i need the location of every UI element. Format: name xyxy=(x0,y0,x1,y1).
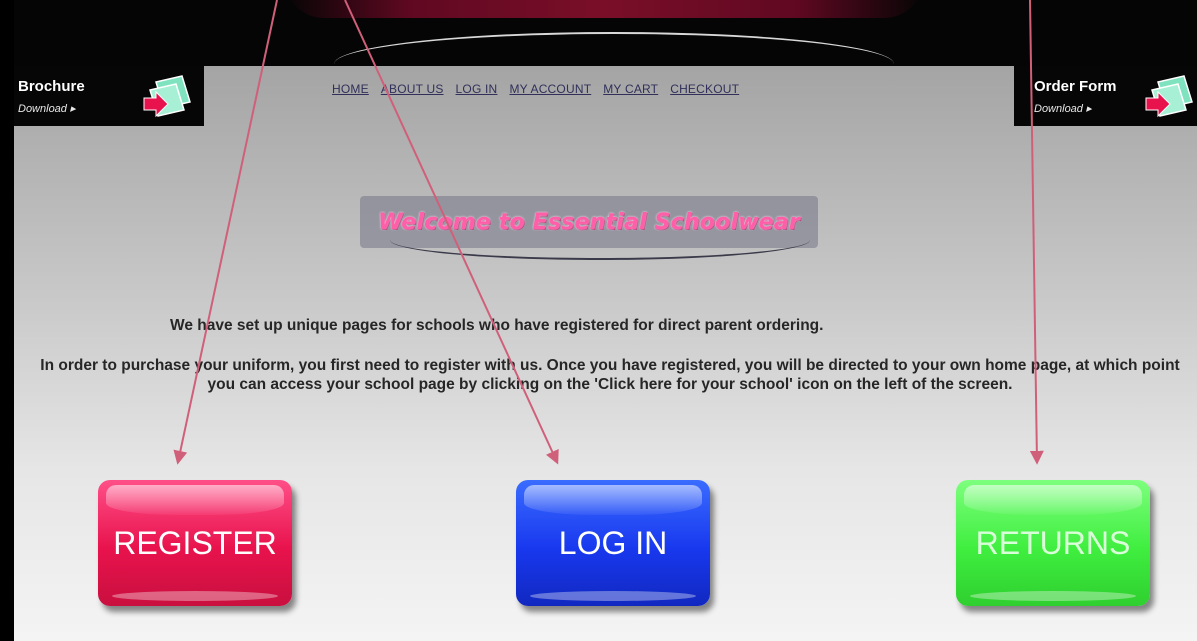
nav-log-in-link[interactable]: LOG IN xyxy=(456,82,498,96)
nav-checkout-link[interactable]: CHECKOUT xyxy=(670,82,739,96)
welcome-swoosh xyxy=(390,236,810,260)
order-form-download-link[interactable]: Download ▸ xyxy=(1034,102,1092,115)
log-in-button-label: LOG IN xyxy=(558,524,668,561)
logo-swoosh xyxy=(334,32,894,64)
nav-my-cart-link[interactable]: MY CART xyxy=(603,82,658,96)
welcome-banner: Welcome to Essential Schoolwear xyxy=(360,196,818,260)
brochure-download-link[interactable]: Download ▸ xyxy=(18,102,76,115)
brochure-download[interactable]: Brochure Download ▸ xyxy=(14,66,204,126)
header-band xyxy=(14,0,1197,66)
returns-button-label: RETURNS xyxy=(975,524,1131,561)
order-form-download[interactable]: Order Form Download ▸ xyxy=(1014,66,1197,126)
brochure-title: Brochure xyxy=(18,78,85,95)
intro-line-2: In order to purchase your uniform, you f… xyxy=(40,357,1180,393)
register-button[interactable]: REGISTER xyxy=(98,480,292,606)
download-document-icon xyxy=(1145,75,1193,118)
site-logo xyxy=(284,0,924,18)
nav-home-link[interactable]: HOME xyxy=(332,82,369,96)
intro-line-1: We have set up unique pages for schools … xyxy=(170,317,824,334)
order-form-title: Order Form xyxy=(1034,78,1117,95)
nav-about-us-link[interactable]: ABOUT US xyxy=(381,82,444,96)
register-button-label: REGISTER xyxy=(113,524,277,561)
returns-button[interactable]: RETURNS xyxy=(956,480,1150,606)
nav-my-account-link[interactable]: MY ACCOUNT xyxy=(509,82,591,96)
main-nav: HOME ABOUT US LOG IN MY ACCOUNT MY CART … xyxy=(332,82,739,96)
download-document-icon xyxy=(143,75,191,118)
log-in-button[interactable]: LOG IN xyxy=(516,480,710,606)
